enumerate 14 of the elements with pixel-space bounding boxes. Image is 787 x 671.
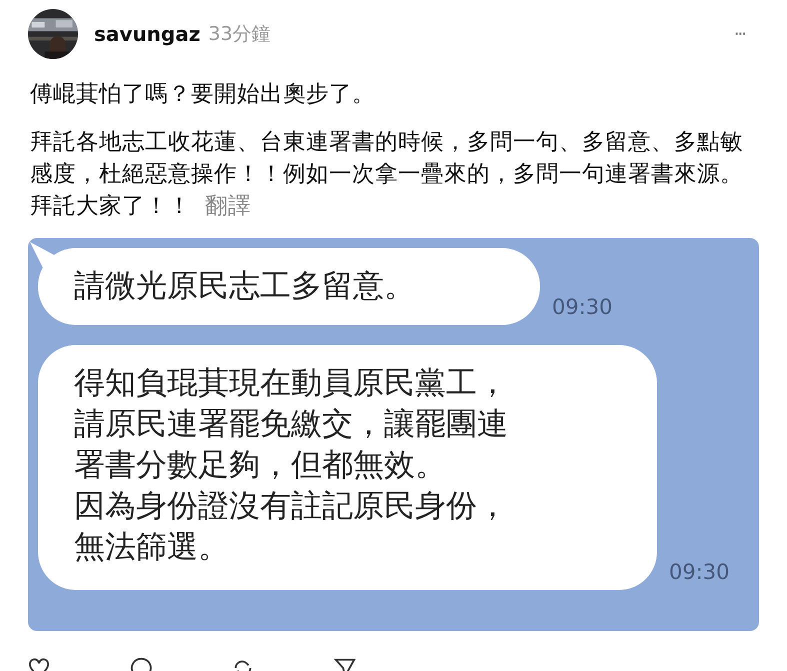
message-text: 無法篩選。 <box>74 528 229 567</box>
message-time: 09:30 <box>669 560 730 584</box>
message-text: 得知負琨萁現在動員原民黨工， <box>74 364 508 403</box>
post-text: 拜託各地志工收花蓮、台東連署書的時候，多問一句、多留意、多點敏感度，杜絕惡意操作！！例如一次拿一疊來的，多問一句連署書來源。拜託大家了！！ 翻譯 <box>30 128 744 221</box>
translate-link[interactable]: 翻譯 <box>205 193 251 219</box>
post-time: 33分鐘 <box>208 22 271 47</box>
message-text: 請微光原民志工多留意。 <box>74 267 415 306</box>
message-text: 請原民連署罷免繳交，讓罷團連 <box>74 405 508 444</box>
message-text: 署書分數足夠，但都無效。 <box>74 446 446 485</box>
username[interactable]: savungaz <box>94 22 200 46</box>
message-text: 因為身份證沒有註記原民身份， <box>74 487 508 526</box>
post-text: 傅崐萁怕了嗎？要開始出奧步了。 <box>30 80 376 109</box>
more-button[interactable]: ··· <box>734 24 745 44</box>
message-time: 09:30 <box>552 295 613 319</box>
